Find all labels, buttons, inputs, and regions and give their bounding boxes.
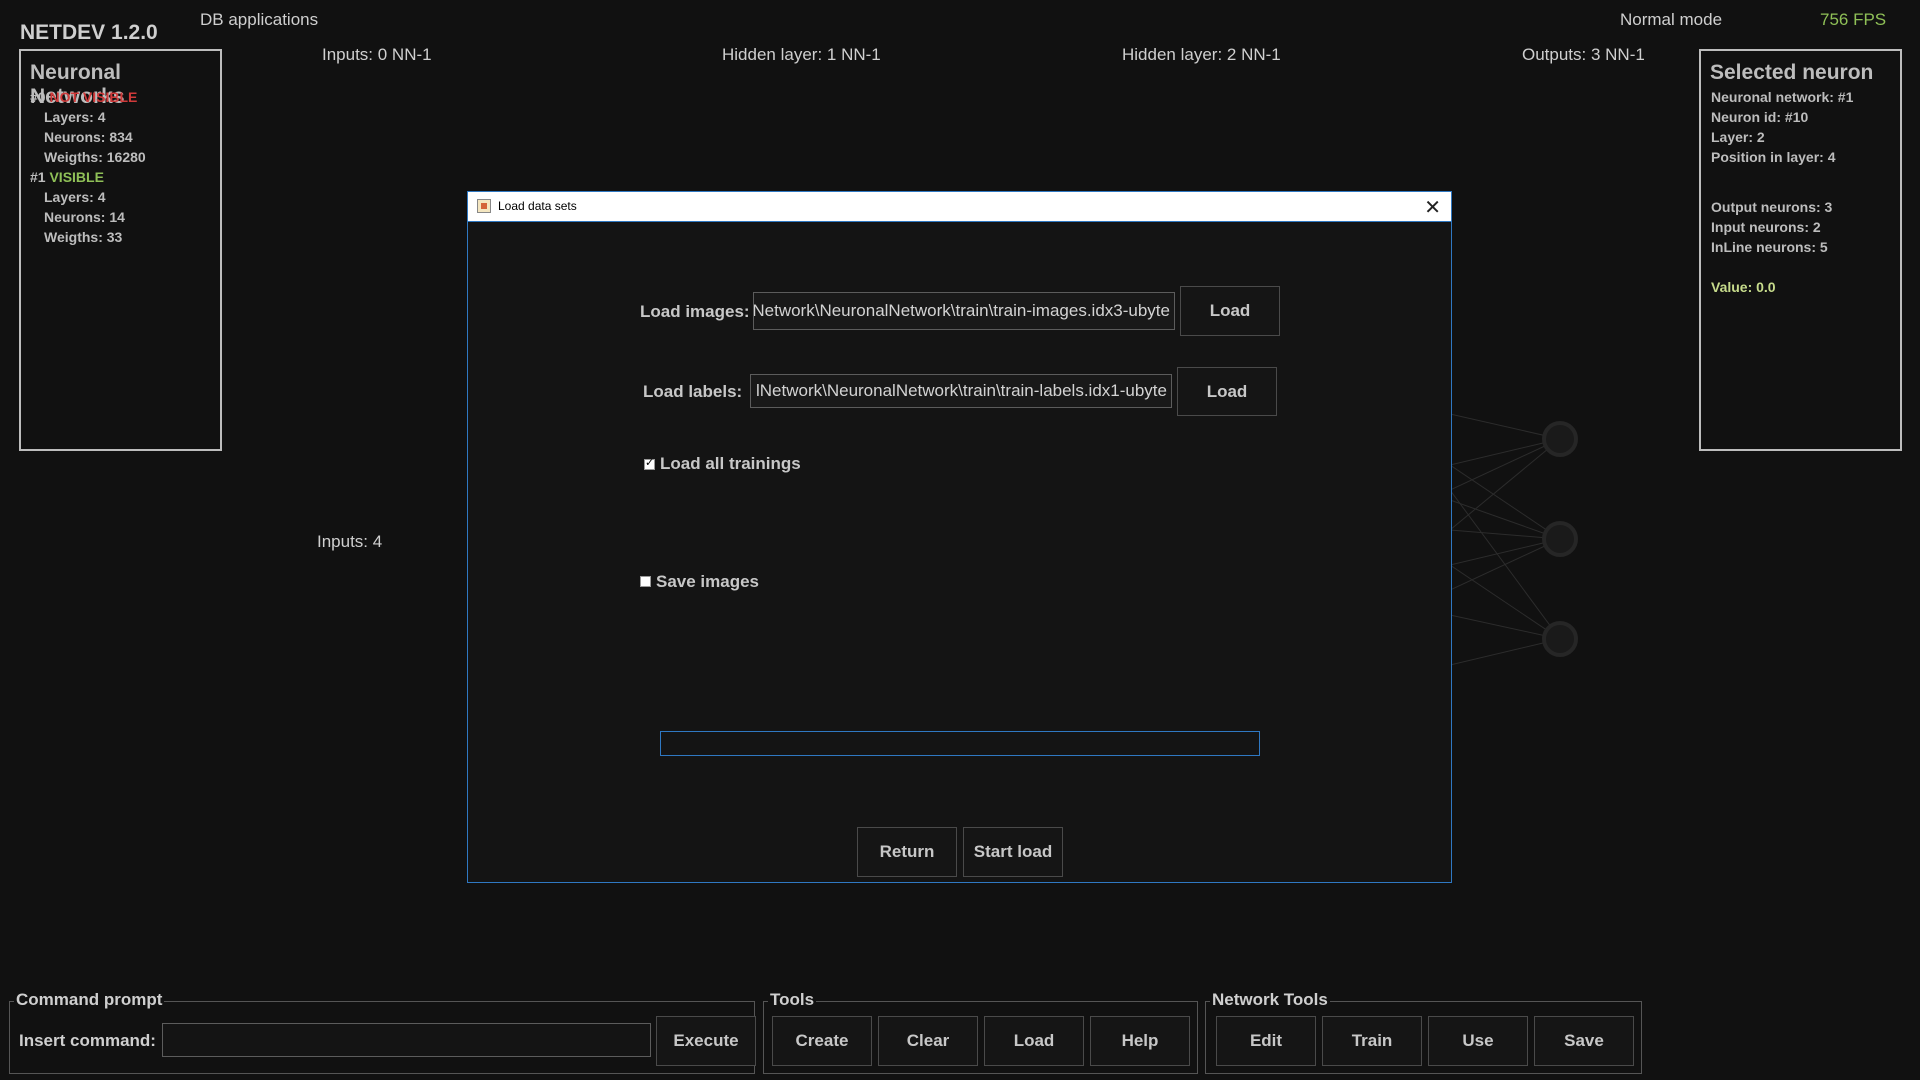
save-images-checkbox[interactable]: [640, 576, 651, 587]
return-button[interactable]: Return: [857, 827, 957, 877]
load-data-sets-dialog: Load data sets ✕ Load images: Network\Ne…: [467, 191, 1452, 883]
use-button[interactable]: Use: [1428, 1016, 1528, 1066]
network-1-weights: Weigths: 33: [44, 229, 123, 245]
images-path-field[interactable]: Network\NeuronalNetwork\train\train-imag…: [753, 292, 1175, 330]
labels-path-field[interactable]: lNetwork\NeuronalNetwork\train\train-lab…: [750, 374, 1172, 408]
network-status: NOT VISIBLE: [49, 89, 138, 105]
load-all-trainings-checkbox[interactable]: [644, 456, 655, 470]
layer-header-outputs: Outputs: 3 NN-1: [1522, 45, 1645, 64]
menu-db-applications[interactable]: DB applications: [200, 10, 318, 30]
neuron-value: Value: 0.0: [1711, 279, 1776, 295]
network-1-layers: Layers: 4: [44, 189, 106, 205]
tools-group: Tools Create Clear Load Help: [763, 990, 1198, 1074]
output-neuron-2: [1542, 521, 1578, 557]
neuronal-networks-panel: Neuronal Networks #0 NOT VISIBLE Layers:…: [19, 49, 222, 451]
load-progress-bar: [660, 731, 1260, 756]
neuron-network: Neuronal network: #1: [1711, 89, 1854, 105]
help-button[interactable]: Help: [1090, 1016, 1190, 1066]
output-neuron-nodes: [1542, 421, 1578, 657]
layer-header-hidden-2: Hidden layer: 2 NN-1: [1122, 45, 1281, 64]
output-neurons: Output neurons: 3: [1711, 199, 1833, 215]
load-all-trainings-label[interactable]: Load all trainings: [660, 454, 801, 474]
neuron-position: Position in layer: 4: [1711, 149, 1836, 165]
network-id: #1: [30, 169, 46, 185]
load-images-label: Load images:: [640, 302, 750, 321]
neuron-layer: Layer: 2: [1711, 129, 1765, 145]
output-neuron-3: [1542, 621, 1578, 657]
network-0-neurons: Neurons: 834: [44, 129, 133, 145]
app-title: NETDEV 1.2.0: [20, 21, 158, 44]
inline-neurons: InLine neurons: 5: [1711, 239, 1828, 255]
command-prompt-group: Command prompt Insert command: Execute: [9, 990, 756, 1074]
neuron-id: Neuron id: #10: [1711, 109, 1809, 125]
inputs-count-label: Inputs: 4: [317, 532, 383, 551]
load-button[interactable]: Load: [984, 1016, 1084, 1066]
group-title: Tools: [768, 990, 817, 1010]
group-title: Network Tools: [1210, 990, 1330, 1010]
create-button[interactable]: Create: [772, 1016, 872, 1066]
clear-button[interactable]: Clear: [878, 1016, 978, 1066]
start-load-button[interactable]: Start load: [963, 827, 1063, 877]
selected-neuron-panel: Selected neuron Neuronal network: #1 Neu…: [1699, 49, 1902, 451]
network-status: VISIBLE: [49, 169, 104, 185]
command-input[interactable]: [162, 1023, 651, 1057]
network-1-neurons: Neurons: 14: [44, 209, 125, 225]
train-button[interactable]: Train: [1322, 1016, 1422, 1066]
load-labels-button[interactable]: Load: [1177, 367, 1277, 416]
network-1-header[interactable]: #1 VISIBLE: [30, 169, 104, 185]
output-neuron-1: [1542, 421, 1578, 457]
execute-button[interactable]: Execute: [656, 1016, 756, 1066]
network-0-header[interactable]: #0 NOT VISIBLE: [30, 89, 137, 105]
dialog-title: Load data sets: [498, 199, 577, 213]
edit-button[interactable]: Edit: [1216, 1016, 1316, 1066]
network-tools-group: Network Tools Edit Train Use Save: [1205, 990, 1642, 1074]
load-images-button[interactable]: Load: [1180, 286, 1280, 336]
dialog-titlebar[interactable]: Load data sets ✕: [468, 192, 1451, 222]
save-images-label[interactable]: Save images: [656, 572, 759, 592]
java-app-icon: [477, 199, 491, 213]
network-0-layers: Layers: 4: [44, 109, 106, 125]
load-labels-label: Load labels:: [643, 382, 743, 401]
panel-title: Selected neuron: [1710, 61, 1874, 84]
network-0-weights: Weigths: 16280: [44, 149, 146, 165]
network-id: #0: [30, 89, 46, 105]
layer-header-inputs: Inputs: 0 NN-1: [322, 45, 432, 64]
input-neurons: Input neurons: 2: [1711, 219, 1821, 235]
close-icon[interactable]: ✕: [1424, 195, 1441, 220]
save-button[interactable]: Save: [1534, 1016, 1634, 1066]
fps-counter: 756 FPS: [1820, 10, 1887, 29]
layer-header-hidden-1: Hidden layer: 1 NN-1: [722, 45, 881, 64]
mode-label: Normal mode: [1620, 10, 1723, 29]
group-title: Command prompt: [14, 990, 165, 1010]
insert-command-label: Insert command:: [19, 1031, 156, 1050]
network-graph: [1450, 413, 1578, 666]
